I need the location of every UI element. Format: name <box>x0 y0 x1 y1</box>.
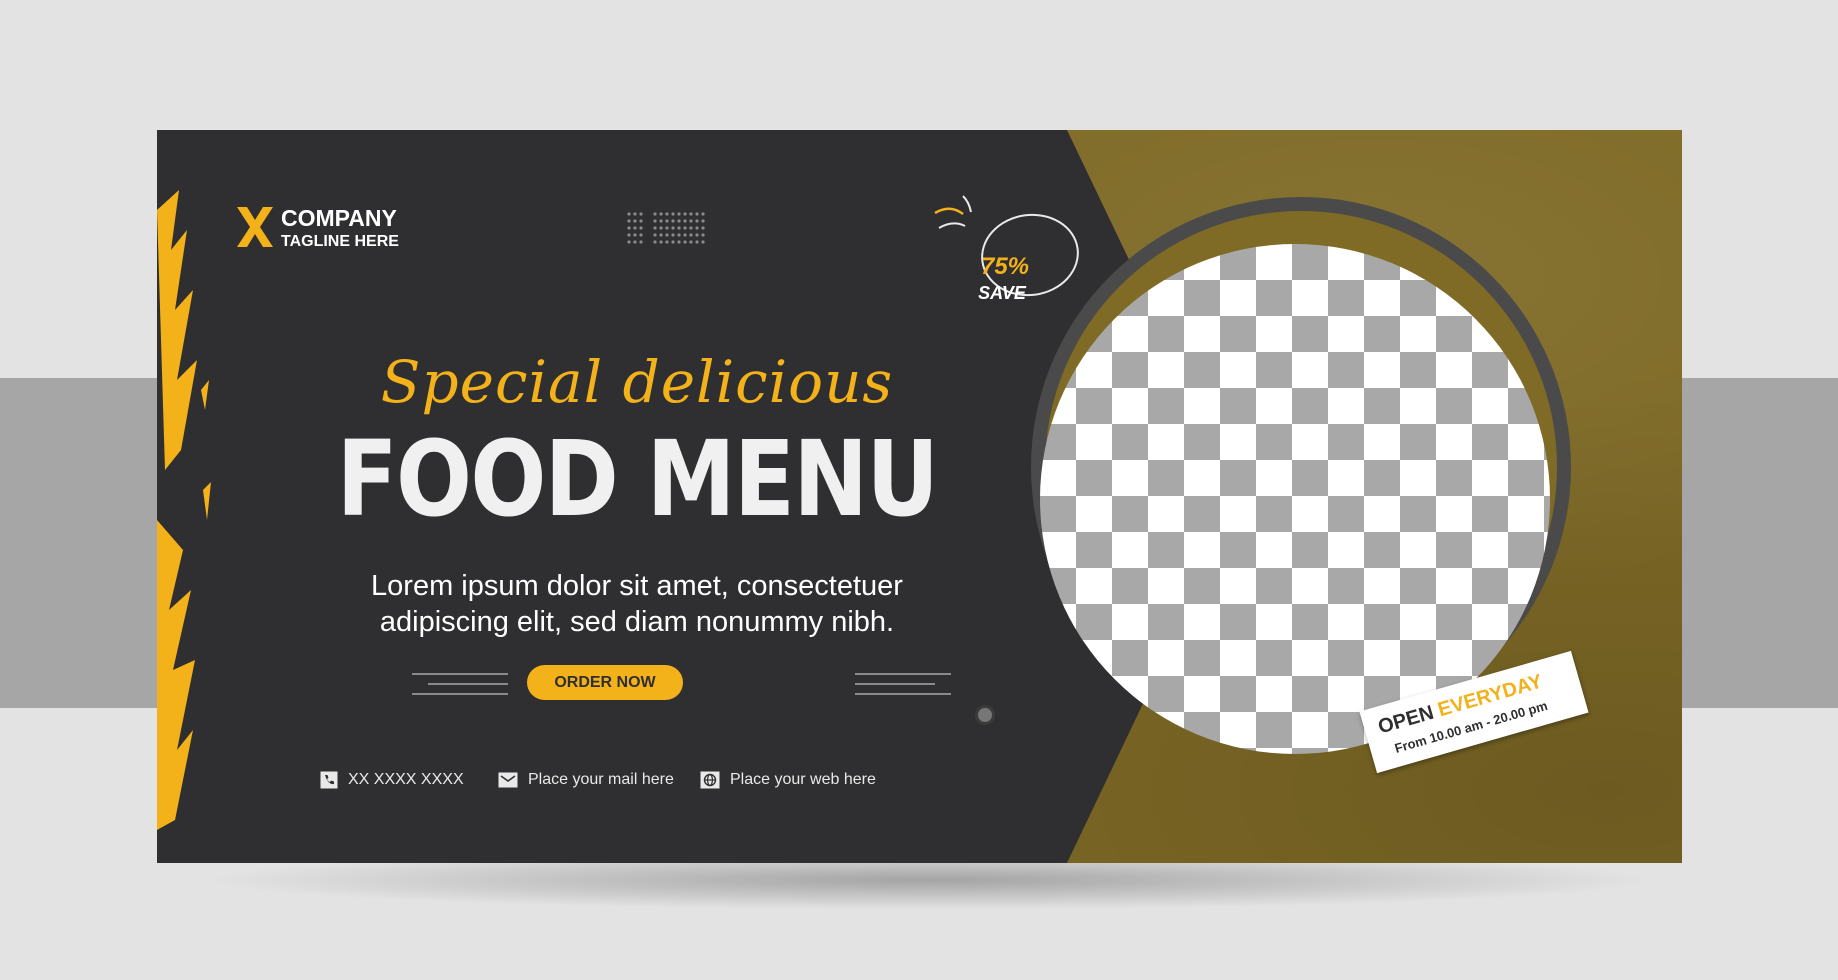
headline-main: FOOD MENU <box>336 418 939 540</box>
photo-placeholder[interactable] <box>1040 244 1550 754</box>
order-now-button[interactable]: ORDER NOW <box>527 665 683 700</box>
company-name: COMPANY <box>281 205 397 231</box>
decorative-knob <box>975 705 995 725</box>
phone-icon <box>320 771 338 789</box>
contact-mail: Place your mail here <box>498 771 674 789</box>
description-line-1: Lorem ipsum dolor sit amet, consectetuer <box>371 570 903 602</box>
headline-script: Special delicious <box>380 348 894 416</box>
description-line-2: adipiscing elit, sed diam nonummy nibh. <box>379 606 895 638</box>
dot-grid-decoration <box>627 212 705 244</box>
company-tagline: TAGLINE HERE <box>281 233 399 250</box>
brush-stroke-decoration <box>157 190 211 830</box>
decorative-lines-left <box>412 673 508 695</box>
contact-phone-text: XX XXXX XXXX <box>348 771 464 788</box>
decorative-lines-right <box>855 673 951 695</box>
save-label: SAVE <box>978 283 1026 303</box>
globe-icon <box>700 771 720 789</box>
save-percent: 75% <box>980 253 1030 280</box>
contact-phone: XX XXXX XXXX <box>320 771 464 789</box>
contact-web-text: Place your web here <box>730 771 876 788</box>
description: Lorem ipsum dolor sit amet, consectetuer… <box>157 568 1117 640</box>
mail-icon <box>498 772 518 788</box>
contact-web: Place your web here <box>700 771 876 789</box>
x-logo-icon <box>237 207 273 247</box>
contact-mail-text: Place your mail here <box>528 771 674 788</box>
order-section: ORDER NOW <box>412 665 957 705</box>
